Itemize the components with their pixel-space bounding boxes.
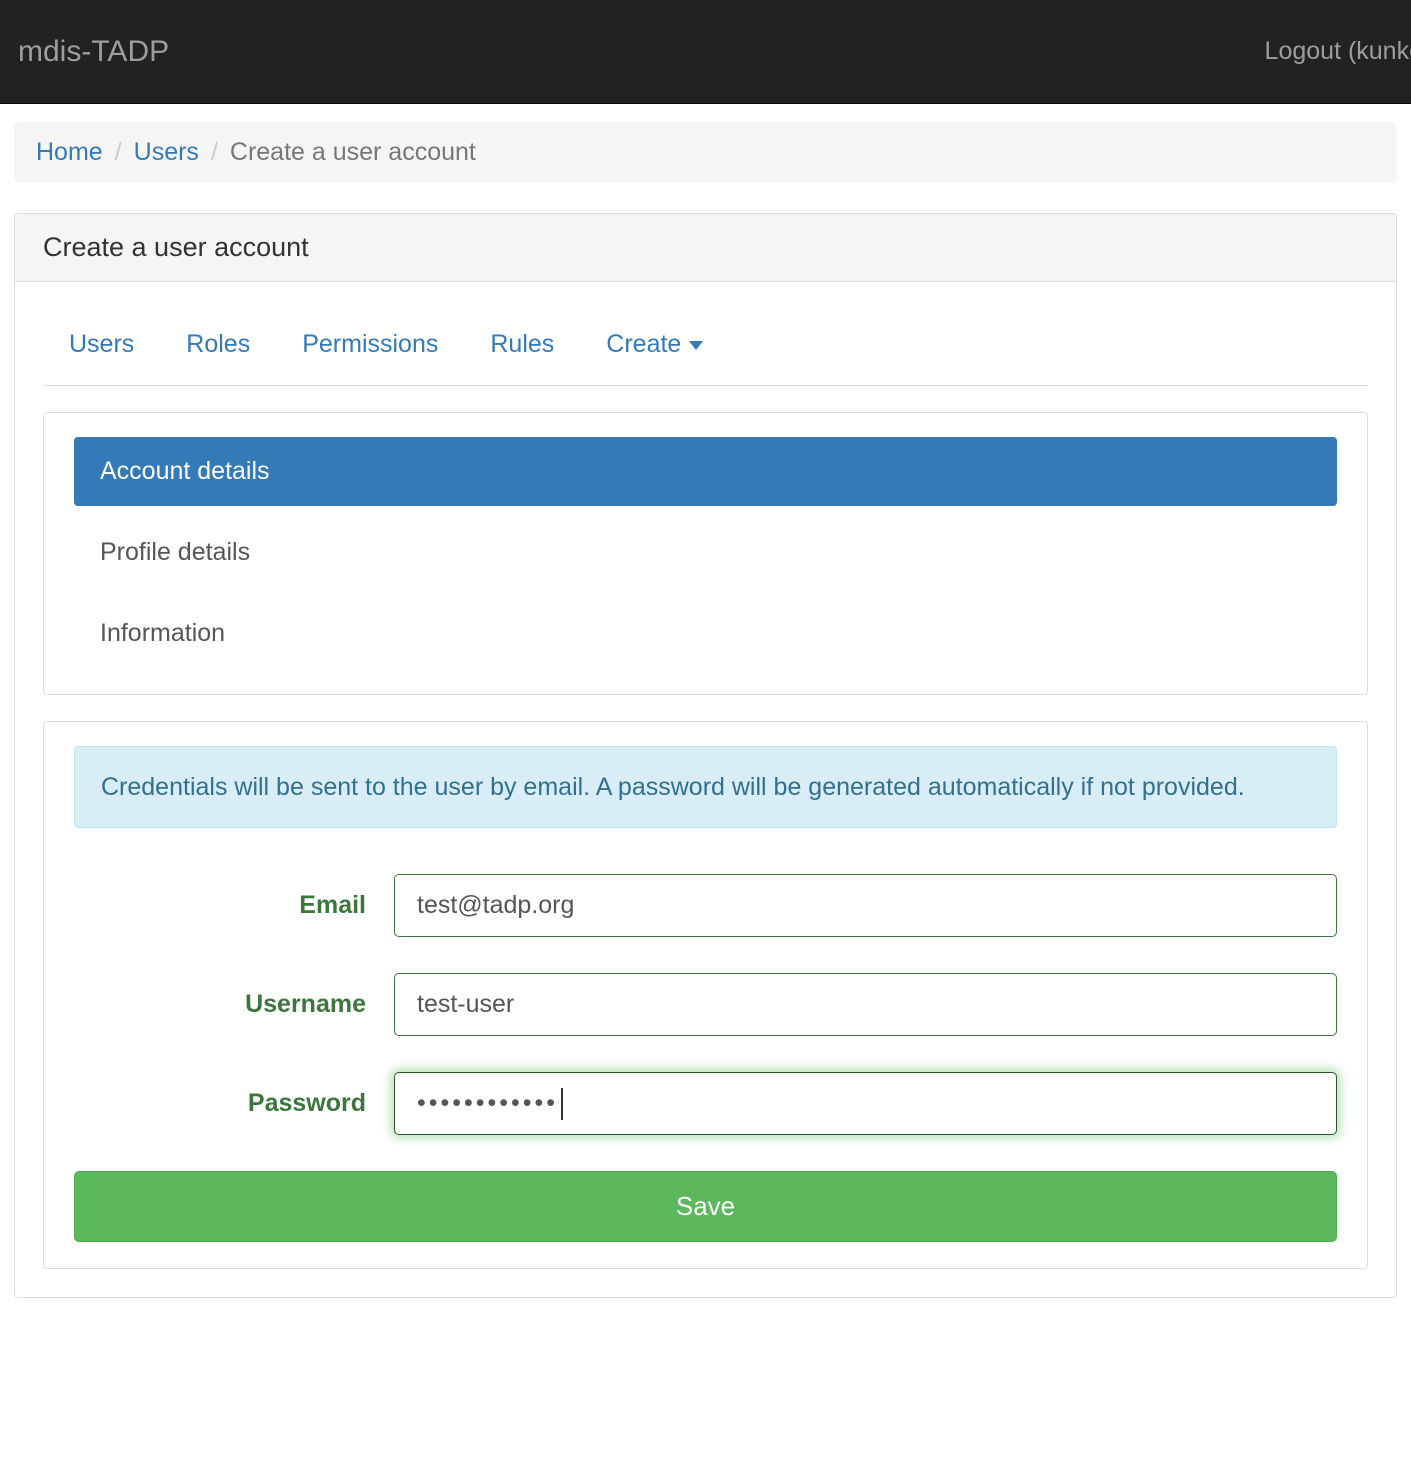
tab-create-dropdown[interactable]: Create — [580, 322, 729, 367]
tab-create-item: Create — [580, 322, 729, 367]
breadcrumb-item-home[interactable]: Home — [36, 138, 103, 167]
step-account-details[interactable]: Account details — [74, 437, 1337, 506]
tab-users[interactable]: Users — [43, 322, 160, 367]
tab-create-label: Create — [606, 330, 681, 358]
tab-rules[interactable]: Rules — [464, 322, 580, 367]
page-title: Create a user account — [15, 214, 1396, 282]
info-alert: Credentials will be sent to the user by … — [74, 746, 1337, 828]
tab-roles-item: Roles — [160, 322, 276, 367]
breadcrumb-item-users[interactable]: Users — [134, 138, 199, 167]
step-information[interactable]: Information — [74, 599, 1337, 668]
nav-tabs: Users Roles Permissions Rules Create — [43, 322, 1368, 386]
tab-rules-item: Rules — [464, 322, 580, 367]
logout-link[interactable]: Logout (kunke — [1265, 37, 1411, 66]
breadcrumb-separator: / — [199, 138, 230, 167]
form-group-password: Password •••••••••••• — [74, 1072, 1337, 1135]
username-input[interactable] — [394, 973, 1337, 1036]
main-panel: Create a user account Users Roles Permis… — [14, 213, 1397, 1298]
form-group-username: Username — [74, 973, 1337, 1036]
breadcrumb-container: Home / Users / Create a user account — [0, 104, 1411, 183]
breadcrumb-separator: / — [103, 138, 134, 167]
form-group-email: Email — [74, 874, 1337, 937]
form-panel: Credentials will be sent to the user by … — [43, 721, 1368, 1269]
password-field-wrap: •••••••••••• — [394, 1072, 1337, 1135]
password-input[interactable]: •••••••••••• — [394, 1072, 1337, 1135]
panel-body: Users Roles Permissions Rules Create Acc… — [15, 282, 1396, 1297]
tab-users-item: Users — [43, 322, 160, 367]
tab-permissions-item: Permissions — [276, 322, 464, 367]
password-masked-value: •••••••••••• — [417, 1089, 558, 1118]
email-label: Email — [74, 891, 394, 920]
save-button[interactable]: Save — [74, 1171, 1337, 1242]
tab-permissions[interactable]: Permissions — [276, 322, 464, 367]
username-field-wrap — [394, 973, 1337, 1036]
chevron-down-icon — [689, 341, 703, 350]
navbar-brand[interactable]: mdis-TADP — [18, 37, 169, 67]
step-profile-details[interactable]: Profile details — [74, 518, 1337, 587]
tab-roles[interactable]: Roles — [160, 322, 276, 367]
top-navbar: mdis-TADP Logout (kunke — [0, 0, 1411, 104]
username-label: Username — [74, 990, 394, 1019]
breadcrumb: Home / Users / Create a user account — [14, 122, 1397, 183]
steps-panel: Account details Profile details Informat… — [43, 412, 1368, 695]
text-cursor — [561, 1088, 563, 1120]
email-field-wrap — [394, 874, 1337, 937]
password-label: Password — [74, 1089, 394, 1118]
breadcrumb-item-current: Create a user account — [230, 138, 476, 167]
steps-list: Account details Profile details Informat… — [74, 437, 1337, 668]
email-input[interactable] — [394, 874, 1337, 937]
